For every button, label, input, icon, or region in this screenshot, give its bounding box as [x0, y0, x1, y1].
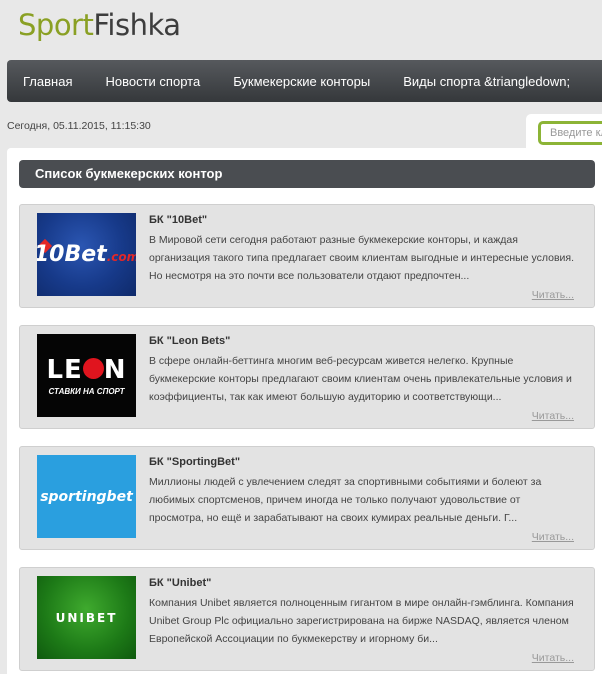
logo-10bet-text: 10Bet [37, 242, 107, 267]
logo-unibet[interactable]: UNIBET [37, 576, 136, 659]
logo-leon[interactable]: LE N СТАВКИ НА СПОРТ [37, 334, 136, 417]
card-title[interactable]: БК "Leon Bets" [149, 335, 230, 347]
logo-sportingbet-text: sportingbet [40, 488, 133, 505]
current-date: Сегодня, 05.11.2015, 11:15:30 [7, 120, 151, 132]
ball-icon [82, 358, 104, 379]
read-more-link[interactable]: Читать... [532, 410, 574, 422]
logo-leon-text-b: N [103, 355, 127, 385]
card-title[interactable]: БК "10Bet" [149, 214, 207, 226]
card-title[interactable]: БК "Unibet" [149, 577, 211, 589]
logo-sportingbet[interactable]: sportingbet [37, 455, 136, 538]
logo-10bet[interactable]: 10Bet.com [37, 213, 136, 296]
bookmaker-card: LE N СТАВКИ НА СПОРТ БК "Leon Bets" В сфе… [19, 325, 595, 429]
read-more-link[interactable]: Читать... [532, 652, 574, 664]
nav-item-news[interactable]: Новости спорта [88, 74, 216, 89]
logo-leon-text-a: LE [46, 355, 83, 385]
logo-10bet-suffix: .com [106, 250, 136, 264]
card-text: Компания Unibet является полноценным гиг… [149, 597, 574, 645]
section-title: Список букмекерских контор [19, 160, 595, 188]
main-nav: Главная Новости спорта Букмекерские конт… [7, 60, 602, 102]
bookmaker-card: 10Bet.com БК "10Bet" В Мировой сети сего… [19, 204, 595, 308]
logo-leon-sub: СТАВКИ НА СПОРТ [48, 387, 125, 396]
nav-item-home[interactable]: Главная [7, 74, 88, 89]
site-logo[interactable]: SportFishka [18, 8, 181, 44]
logo-fishka: Fishka [93, 8, 181, 42]
read-more-link[interactable]: Читать... [532, 531, 574, 543]
logo-sport: Sport [18, 8, 94, 42]
main-content: Список букмекерских контор 10Bet.com БК … [7, 148, 602, 674]
card-text: В Мировой сети сегодня работают разные б… [149, 234, 574, 282]
nav-item-sports[interactable]: Виды спорта &triangledown; [386, 74, 586, 89]
bookmaker-card: UNIBET БК "Unibet" Компания Unibet являе… [19, 567, 595, 671]
read-more-link[interactable]: Читать... [532, 289, 574, 301]
card-title[interactable]: БК "SportingBet" [149, 456, 240, 468]
logo-unibet-text: UNIBET [55, 610, 118, 625]
bookmaker-card: sportingbet БК "SportingBet" Миллионы лю… [19, 446, 595, 550]
card-text: Миллионы людей с увлечением следят за сп… [149, 476, 542, 524]
search-input[interactable]: Введите кл [538, 121, 602, 145]
card-text: В сфере онлайн-беттинга многим веб-ресур… [149, 355, 572, 403]
nav-item-bookmakers[interactable]: Букмекерские конторы [216, 74, 386, 89]
